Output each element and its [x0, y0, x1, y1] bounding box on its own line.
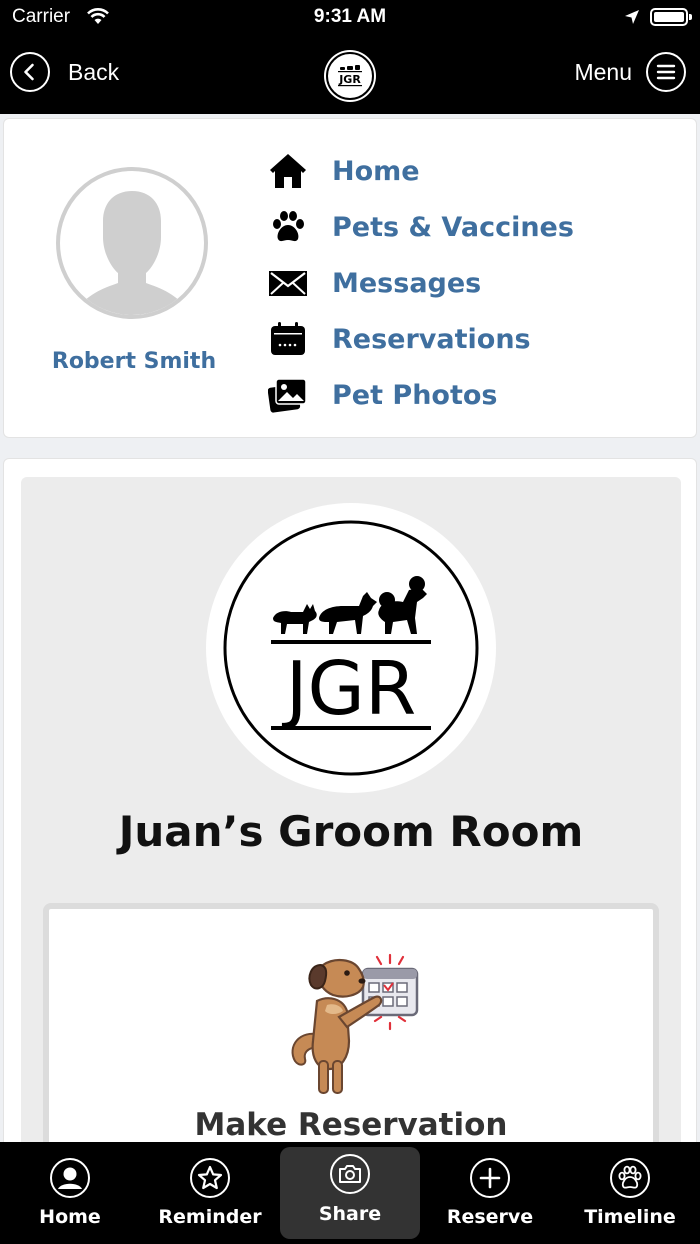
clock: 9:31 AM	[313, 6, 387, 27]
quick-menu-messages-label: Messages	[332, 267, 482, 299]
nav-logo-text: JGR	[338, 73, 361, 86]
tab-reminder[interactable]: Reminder	[140, 1142, 280, 1244]
business-card: JGR Juan’s Groom Room Make Reservation	[3, 458, 697, 1244]
camera-icon	[330, 1154, 370, 1194]
tab-share[interactable]: Share	[280, 1142, 420, 1244]
tab-bar: Home Reminder Share Reserve Timeline	[0, 1142, 700, 1244]
biz-logo-text: JGR	[282, 646, 417, 732]
status-bar: Carrier 9:31 AM	[0, 0, 700, 36]
home-icon	[268, 151, 314, 191]
app-screen: Carrier 9:31 AM Back JGR Menu Robert Smi…	[0, 0, 700, 1244]
location-arrow-icon	[624, 9, 640, 30]
user-silhouette-icon	[72, 191, 192, 315]
tab-timeline-label: Timeline	[584, 1206, 676, 1228]
user-icon	[50, 1158, 90, 1198]
calendar-icon	[268, 319, 314, 359]
avatar[interactable]	[56, 167, 208, 319]
jgr-logo-small: JGR	[326, 52, 374, 100]
jgr-logo: JGR	[206, 503, 496, 793]
tab-reserve-label: Reserve	[446, 1206, 534, 1228]
paw-icon	[268, 207, 314, 247]
plus-icon	[470, 1158, 510, 1198]
quick-menu-pets-label: Pets & Vaccines	[332, 211, 574, 243]
back-button[interactable]: Back	[10, 52, 119, 92]
menu-button[interactable]: Menu	[574, 52, 686, 92]
battery-icon	[650, 8, 692, 26]
dog-calendar-illustration	[263, 937, 423, 1101]
menu-label: Menu	[574, 58, 632, 85]
tab-reserve[interactable]: Reserve	[420, 1142, 560, 1244]
tab-reminder-label: Reminder	[158, 1206, 262, 1228]
quick-menu-home-label: Home	[332, 155, 420, 187]
quick-menu-reservations-label: Reservations	[332, 323, 531, 355]
paw-icon	[610, 1158, 650, 1198]
profile-card: Robert Smith Home Pets & Vaccines Messag…	[3, 118, 697, 438]
quick-menu-messages[interactable]: Messages	[268, 261, 668, 305]
tab-timeline[interactable]: Timeline	[560, 1142, 700, 1244]
photos-icon	[268, 375, 314, 415]
hamburger-icon	[646, 52, 686, 92]
make-reservation-label: Make Reservation	[194, 1107, 508, 1143]
tab-home[interactable]: Home	[0, 1142, 140, 1244]
quick-menu-pet-photos[interactable]: Pet Photos	[268, 373, 668, 417]
quick-menu-pets-vaccines[interactable]: Pets & Vaccines	[268, 205, 668, 249]
quick-menu-photos-label: Pet Photos	[332, 379, 498, 411]
navigation-bar: Back JGR Menu	[0, 36, 700, 114]
business-name: Juan’s Groom Room	[118, 807, 584, 856]
business-panel: JGR Juan’s Groom Room Make Reservation	[21, 477, 681, 1244]
user-name[interactable]: Robert Smith	[16, 349, 252, 374]
quick-menu-home[interactable]: Home	[268, 149, 668, 193]
tab-share-label: Share	[318, 1203, 382, 1225]
star-icon	[190, 1158, 230, 1198]
envelope-icon	[268, 263, 314, 303]
back-label: Back	[68, 58, 120, 85]
quick-menu-reservations[interactable]: Reservations	[268, 317, 668, 361]
chevron-left-icon	[10, 52, 50, 92]
tab-home-label: Home	[39, 1206, 101, 1228]
